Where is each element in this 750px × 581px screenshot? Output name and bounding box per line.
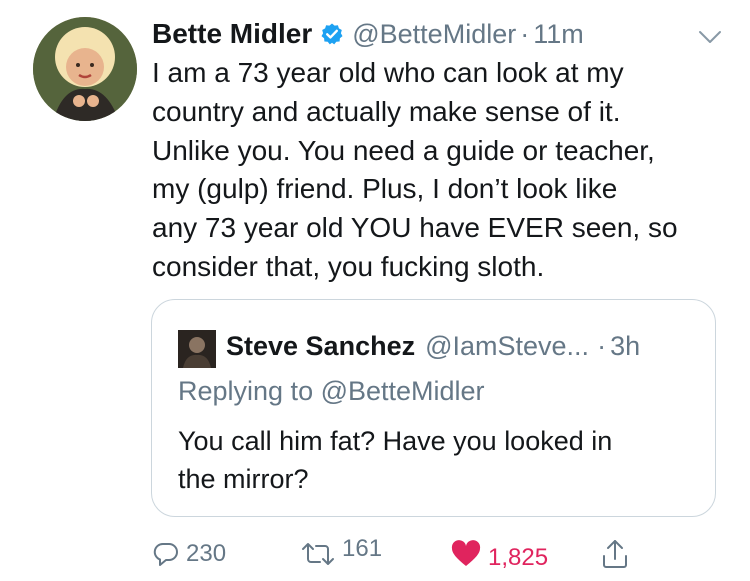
verified-badge-icon [320,22,344,46]
retweet-count: 161 [342,535,383,562]
tweet-header: Bette Midler @BetteMidler · 11m [152,16,730,52]
quoted-author-name: Steve Sanchez [226,330,416,361]
author-handle[interactable]: @BetteMidler [352,19,516,50]
quoted-timestamp: 3h [610,330,641,361]
like-button[interactable]: 1,825 [450,534,548,574]
reply-count: 230 [186,540,227,567]
quoted-tweet-card[interactable]: Steve Sanchez @IamSteve... · 3h Replying… [151,299,716,517]
heart-icon [451,540,481,566]
share-button[interactable] [600,534,630,574]
retweet-icon [302,543,334,565]
chevron-down-icon[interactable] [698,30,722,44]
tweet-timestamp[interactable]: 11m [533,19,584,50]
author-name[interactable]: Bette Midler [152,18,312,50]
replying-to-label: Replying to @BetteMidler [178,376,485,406]
tweet-action-bar: 230 161 1,825 [152,534,732,574]
tweet-body: I am a 73 year old who can look at my co… [152,57,678,282]
separator-dot: · [520,18,530,49]
share-icon [603,540,627,568]
like-count: 1,825 [488,544,549,571]
quoted-separator-dot: · [597,330,607,361]
reply-button[interactable]: 230 [152,534,226,574]
author-avatar[interactable] [33,17,137,121]
quoted-tweet-header: Steve Sanchez @IamSteve... · 3h [226,328,699,364]
retweet-button[interactable]: 161 [300,534,382,574]
quoted-tweet-body: You call him fat? Have you looked in the… [178,426,613,494]
quoted-author-avatar [178,330,216,368]
reply-icon [153,542,178,566]
quoted-author-handle: @IamSteve... [425,330,590,361]
avatar-image [33,17,137,121]
